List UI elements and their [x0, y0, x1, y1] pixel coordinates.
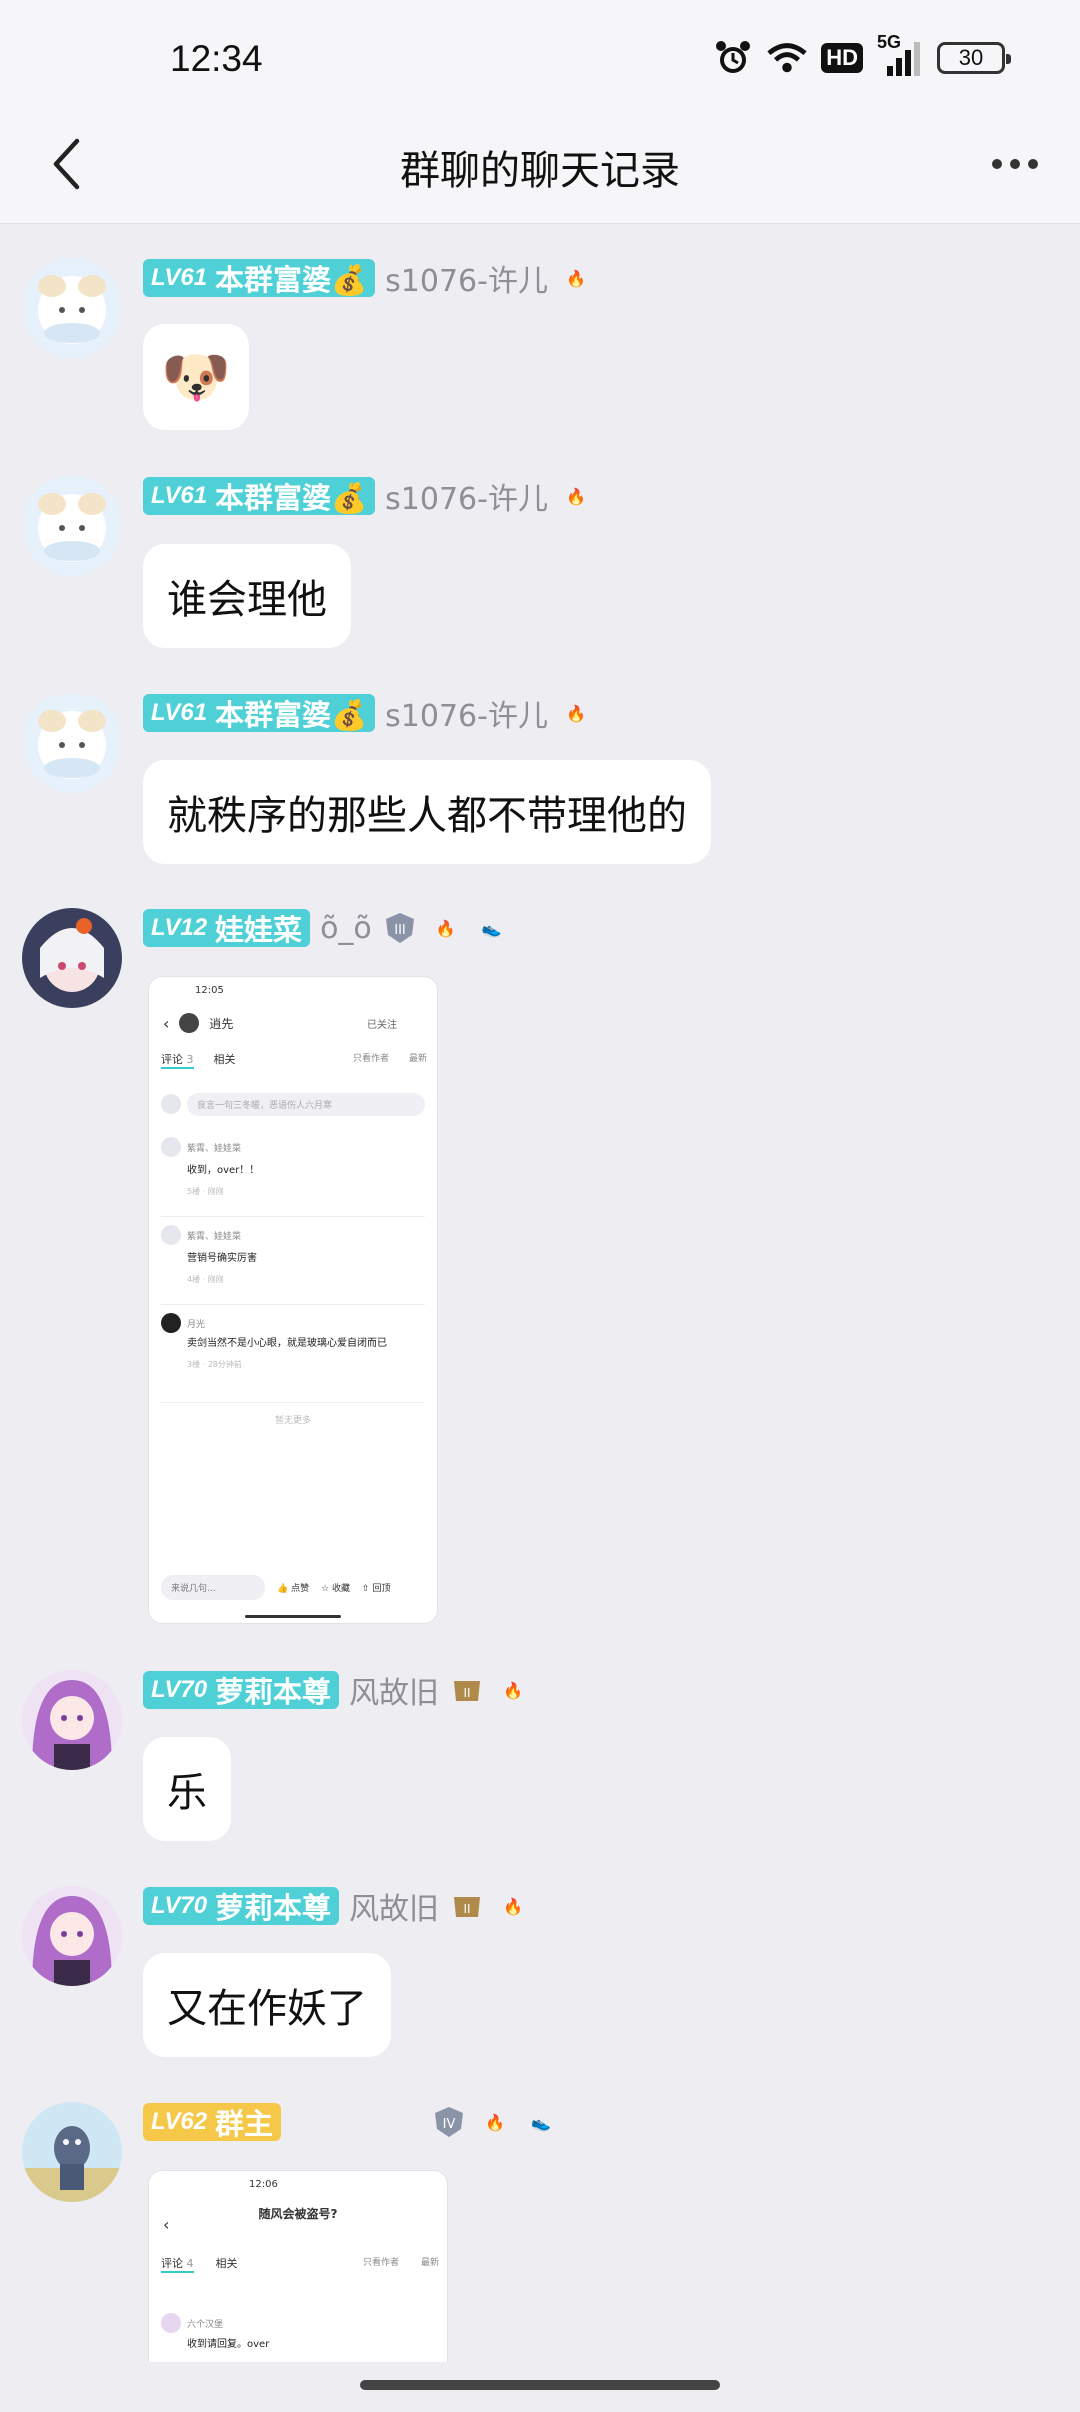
home-indicator[interactable] — [360, 2380, 720, 2390]
wifi-icon — [767, 38, 807, 78]
sender-name: 风故旧 — [349, 1676, 440, 1711]
status-icons: HD 5G 30 — [713, 32, 1011, 78]
mini-newest: 最新 — [408, 1054, 427, 1064]
avatar[interactable] — [22, 908, 122, 1008]
mini-like: 👍 点赞 — [277, 1584, 310, 1594]
mini-comment: 紫霄、娃娃菜 收到，over！！ 5楼 · 刚刚 — [161, 1137, 425, 1217]
avatar[interactable] — [22, 2102, 122, 2202]
dog-emoji-icon: 🐶 — [161, 345, 231, 410]
sender-meta: LV61 本群富婆💰 s1076-许儿 🔥 — [143, 476, 594, 517]
level-tag: LV61 本群富婆💰 — [143, 259, 376, 297]
mini-share: ⇧ 回顶 — [362, 1584, 391, 1594]
text-message-bubble[interactable]: 乐 — [143, 1737, 231, 1841]
fire-icon: 🔥 — [503, 1896, 524, 1916]
avatar[interactable] — [22, 476, 122, 576]
signal-icon: 5G — [877, 32, 923, 78]
mini-author-only: 只看作者 — [362, 2258, 399, 2268]
level-tag: LV70 萝莉本尊 — [143, 1887, 340, 1925]
shield-badge-icon: IV — [431, 2104, 467, 2140]
more-options-button[interactable] — [980, 144, 1050, 184]
alarm-icon — [713, 38, 753, 78]
sender-meta: LV12 娃娃菜 õ_õ III 🔥 👟 — [143, 908, 510, 948]
sender-name: s1076-许儿 — [385, 482, 548, 517]
sender-meta: LV70 萝莉本尊 风故旧 II 🔥 — [143, 1670, 531, 1711]
mini-status-time: 12:06 — [249, 2179, 278, 2190]
hd-icon: HD — [821, 43, 863, 73]
status-bar: 12:34 HD 5G 30 — [0, 0, 1080, 110]
emoji-message-bubble[interactable]: 🐶 — [143, 324, 249, 430]
fire-icon: 🔥 — [566, 268, 586, 288]
network-type: 5G — [877, 32, 902, 52]
mini-no-more: 暂无更多 — [274, 1416, 311, 1426]
shield-badge-icon: III — [382, 910, 418, 946]
mini-comment: 月光 卖剑当然不是小心眼，就是玻璃心爱自闭而已 3楼 · 28分钟前 — [161, 1313, 425, 1403]
status-time: 12:34 — [170, 38, 263, 79]
mini-comment-input: 良言一句三冬暖，恶语伤人六月寒 — [187, 1092, 425, 1116]
battery-icon: 30 — [937, 42, 1011, 74]
fire-icon: 🔥 — [435, 918, 456, 938]
level-tag: LV12 娃娃菜 — [143, 909, 311, 947]
avatar[interactable] — [22, 693, 122, 793]
level-tag: LV61 本群富婆💰 — [143, 694, 376, 732]
page-title: 群聊的聊天记录 — [400, 148, 680, 194]
mini-status-time: 12:05 — [195, 985, 224, 996]
battery-level: 30 — [958, 45, 984, 70]
screenshot-image[interactable]: 12:05 ‹ 逍先 已关注 评论 3 相关 只看作者 最新 良言一句三冬暖，恶… — [148, 976, 438, 1624]
crown-badge-icon: II — [449, 1672, 485, 1708]
sender-name: õ_õ — [320, 910, 372, 946]
text-message-bubble[interactable]: 就秩序的那些人都不带理他的 — [143, 760, 711, 864]
mini-fav: ☆ 收藏 — [321, 1584, 351, 1594]
sender-meta: LV61 本群富婆💰 s1076-许儿 🔥 — [143, 258, 594, 299]
fire-icon: 🔥 — [566, 486, 586, 506]
screenshot-image[interactable]: 12:06 随风会被盗号? ‹ 评论 4 相关 只看作者 最新 六个汉堡 收到请… — [148, 2170, 448, 2362]
fire-icon: 🔥 — [503, 1680, 524, 1700]
sender-meta: LV61 本群富婆💰 s1076-许儿 🔥 — [143, 693, 594, 734]
text-message-bubble[interactable]: 又在作妖了 — [143, 1953, 391, 2057]
svg-text:II: II — [464, 1686, 471, 1700]
mini-tab-related: 相关 — [215, 2257, 238, 2270]
svg-text:IV: IV — [443, 2117, 456, 2132]
mini-bottom-input: 来说几句... — [161, 1575, 265, 1600]
mini-tab-comment: 评论 3 — [161, 1051, 194, 1069]
sender-meta: LV62 群主 IV 🔥 👟 — [143, 2102, 559, 2142]
level-tag: LV61 本群富婆💰 — [143, 477, 376, 515]
svg-text:II: II — [464, 1902, 471, 1916]
svg-text:III: III — [394, 923, 406, 938]
avatar[interactable] — [22, 258, 122, 358]
fire-icon: 🔥 — [566, 703, 586, 723]
mini-tab-comment: 评论 4 — [161, 2255, 194, 2273]
crown-badge-icon: II — [449, 1888, 485, 1924]
level-tag: LV70 萝莉本尊 — [143, 1671, 340, 1709]
sender-name: s1076-许儿 — [385, 699, 548, 734]
avatar[interactable] — [22, 1670, 122, 1770]
sender-name: s1076-许儿 — [385, 264, 548, 299]
sender-meta: LV70 萝莉本尊 风故旧 II 🔥 — [143, 1886, 531, 1927]
fire-icon: 🔥 — [485, 2112, 506, 2132]
sender-name: 风故旧 — [349, 1892, 440, 1927]
mini-newest: 最新 — [420, 2258, 439, 2268]
mini-follow: 已关注 — [367, 1019, 397, 1031]
nav-header: 群聊的聊天记录 — [0, 110, 1080, 224]
mini-author-only: 只看作者 — [352, 1054, 389, 1064]
mini-comment: 六个汉堡 收到请回复。over — [161, 2313, 435, 2350]
sneaker-icon: 👟 — [481, 918, 502, 938]
mini-user: 逍先 — [209, 1016, 234, 1031]
level-tag: LV62 群主 — [143, 2103, 282, 2141]
avatar[interactable] — [22, 1886, 122, 1986]
mini-tab-related: 相关 — [213, 1053, 236, 1066]
text-message-bubble[interactable]: 谁会理他 — [143, 544, 351, 648]
mini-comment: 紫霄、娃娃菜 营销号确实厉害 4楼 · 刚刚 — [161, 1225, 425, 1305]
sneaker-icon: 👟 — [531, 2112, 552, 2132]
